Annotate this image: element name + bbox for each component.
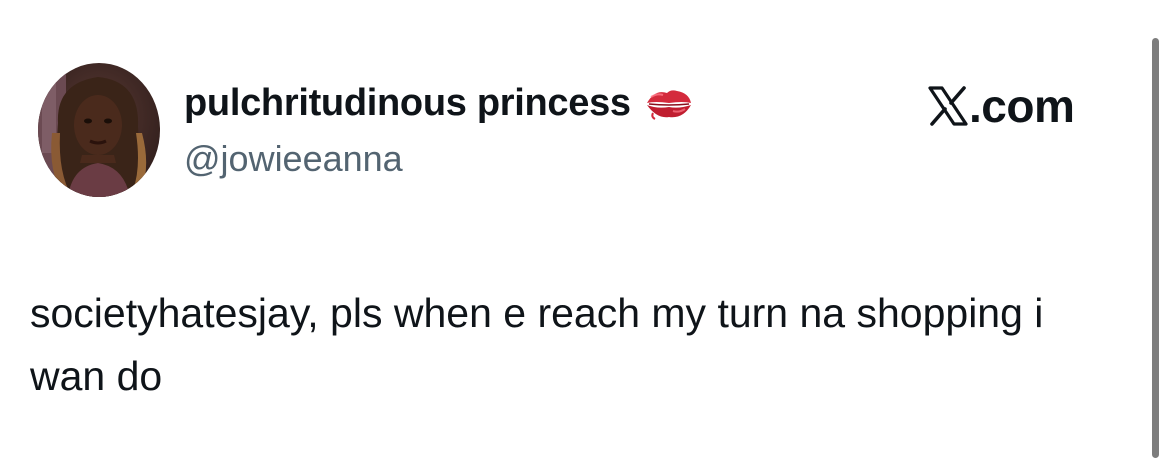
author-handle[interactable]: @jowieeanna [184, 138, 403, 180]
author-name-row[interactable]: pulchritudinous princess [184, 78, 695, 128]
kiss-mark-icon [643, 83, 695, 123]
avatar-photo [38, 63, 160, 197]
display-name[interactable]: pulchritudinous princess [184, 82, 631, 125]
brand-watermark: .com [928, 76, 1075, 136]
brand-text: .com [969, 80, 1075, 132]
scrollbar[interactable] [1152, 38, 1159, 458]
x-logo-icon [928, 86, 968, 126]
avatar[interactable] [38, 63, 160, 197]
tweet-text: societyhatesjay, pls when e reach my tur… [30, 290, 1044, 399]
